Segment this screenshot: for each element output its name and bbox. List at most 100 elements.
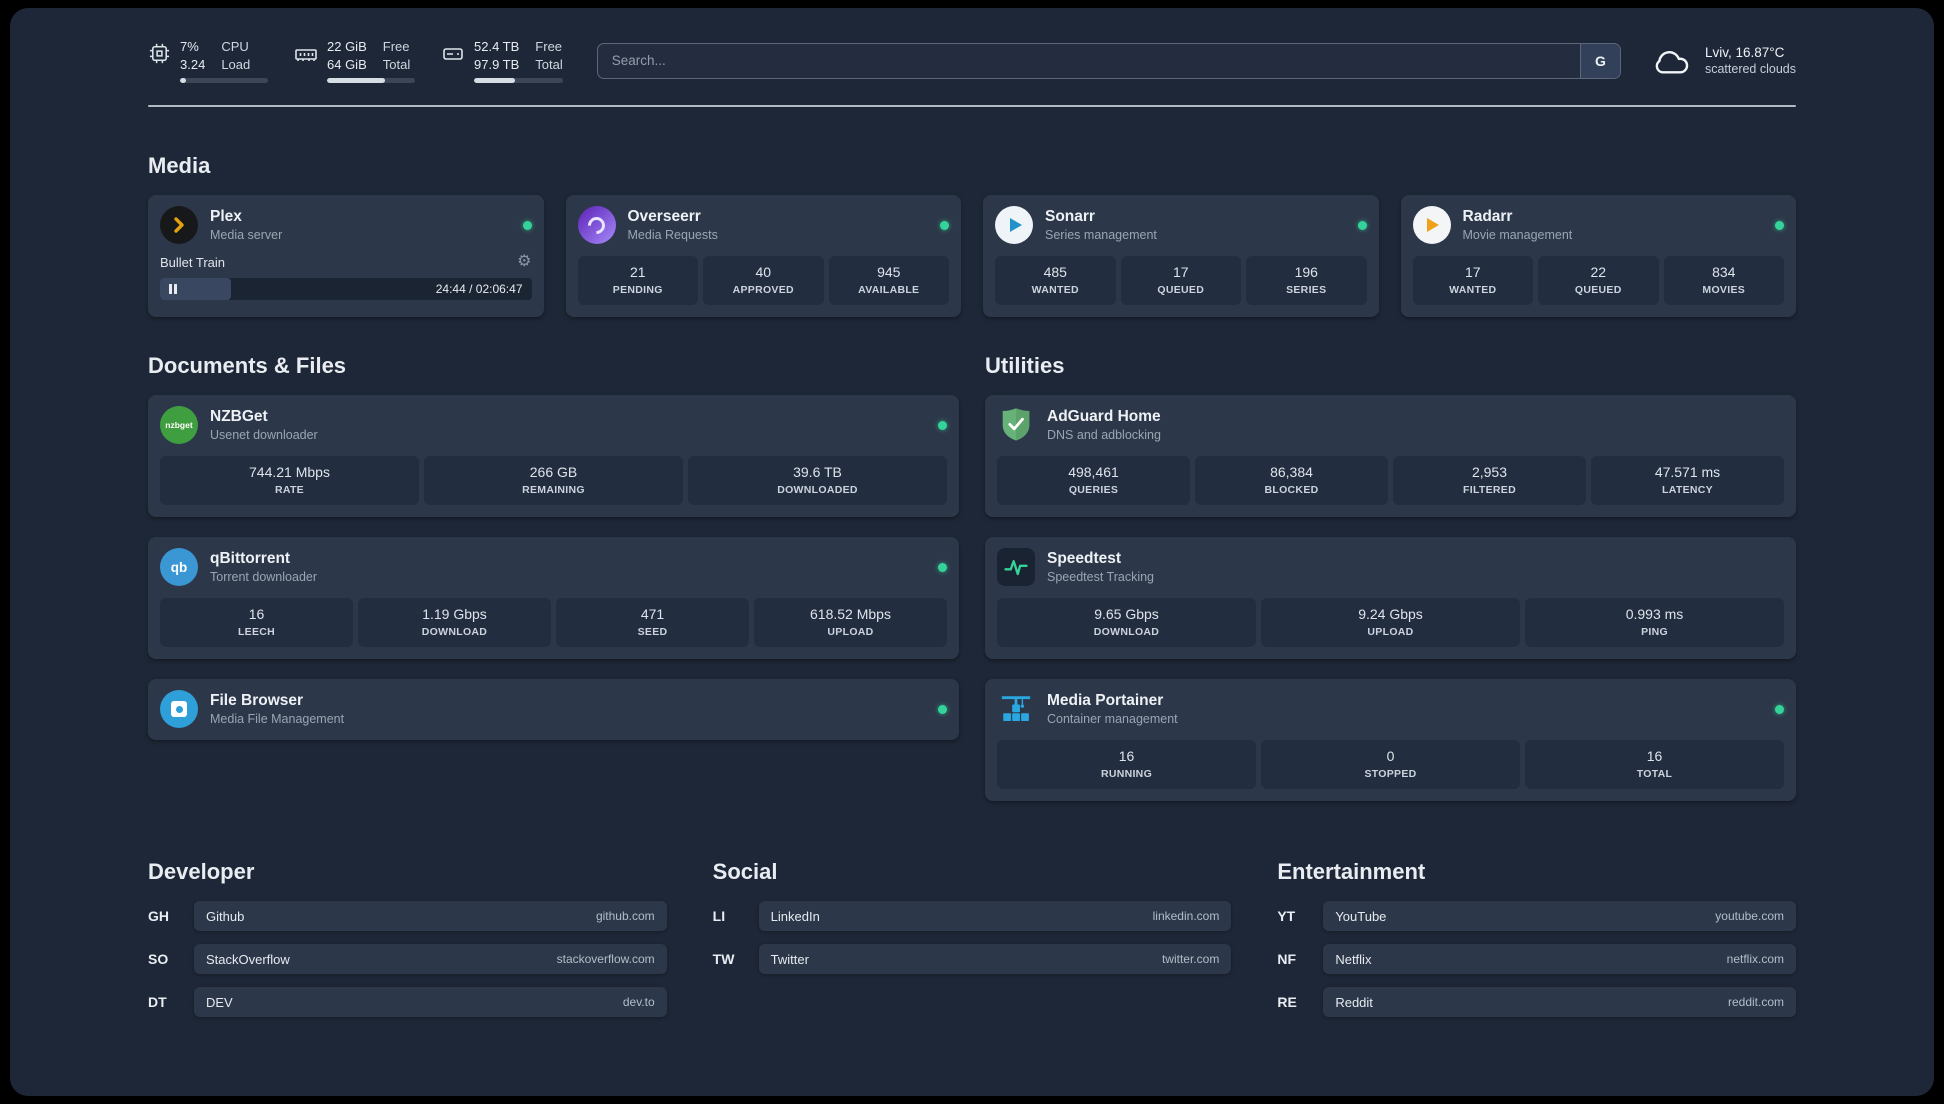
ram-widget: 22 GiB 64 GiB Free Total (294, 38, 415, 84)
bookmark-abbr: SO (148, 951, 169, 968)
cpu-progress-fill (180, 78, 187, 84)
ram-progress-bar (327, 78, 415, 84)
bookmark-link-youtube[interactable]: YouTube youtube.com (1323, 901, 1796, 932)
portainer-icon (997, 690, 1035, 728)
service-name: NZBGet (210, 408, 268, 426)
stat-tile: 196 SERIES (1246, 256, 1367, 306)
service-name: Sonarr (1045, 208, 1095, 226)
service-name: Media Portainer (1047, 692, 1164, 710)
section-title-utilities: Utilities (985, 353, 1065, 379)
bookmark-group-social: Social LI LinkedIn linkedin.com TW Twitt… (713, 859, 1232, 1030)
ram-free-label: Free (382, 39, 410, 54)
search-engine-button[interactable]: G (1579, 43, 1620, 78)
stat-tile: 9.65 Gbps DOWNLOAD (997, 598, 1256, 648)
stat-tile: 86,384 BLOCKED (1195, 456, 1388, 506)
bookmark-abbr: GH (148, 908, 169, 925)
bookmark-row: NF Netflix netflix.com (1277, 944, 1796, 975)
cpu-widget: 7% 3.24 CPU Load (148, 38, 268, 84)
bookmark-link-stackoverflow[interactable]: StackOverflow stackoverflow.com (194, 944, 667, 975)
disk-free-value: 52.4 TB (474, 39, 520, 54)
search-bar: G (596, 42, 1621, 79)
bookmark-group-entertainment: Entertainment YT YouTube youtube.com NF … (1277, 859, 1796, 1030)
status-dot-online (938, 704, 947, 714)
service-card-radarr[interactable]: Radarr Movie management 17 WANTED 22 QUE… (1400, 195, 1796, 318)
status-dot-online (1775, 704, 1784, 714)
service-card-adguard[interactable]: AdGuard Home DNS and adblocking 498,461 … (985, 395, 1796, 518)
bookmark-row: GH Github github.com (148, 901, 667, 932)
now-playing-title: Bullet Train (160, 254, 226, 270)
topbar: 7% 3.24 CPU Load 22 GiB 64 GiB Free Tota… (148, 38, 1796, 84)
service-name: Overseerr (627, 208, 701, 226)
service-name: File Browser (210, 692, 304, 710)
status-dot-online (522, 220, 532, 230)
service-card-qbittorrent[interactable]: qb qBittorrent Torrent downloader 16 LEE… (148, 537, 959, 660)
weather-location: Lviv, 16.87°C (1704, 45, 1785, 61)
service-desc: Usenet downloader (210, 428, 318, 443)
service-card-speedtest[interactable]: Speedtest Speedtest Tracking 9.65 Gbps D… (985, 537, 1796, 660)
service-card-overseerr[interactable]: Overseerr Media Requests 21 PENDING 40 A… (565, 195, 961, 318)
overseerr-icon (577, 206, 616, 245)
service-desc: Series management (1045, 228, 1157, 243)
service-card-plex[interactable]: Plex Media server Bullet Train ⚙ 24:44 /… (148, 195, 544, 318)
search-input[interactable] (597, 43, 1580, 78)
stat-tile: 485 WANTED (995, 256, 1116, 306)
stat-tile: 39.6 TB DOWNLOADED (688, 456, 947, 506)
service-desc: Media File Management (210, 712, 345, 727)
service-desc: Torrent downloader (210, 570, 318, 585)
service-desc: Speedtest Tracking (1047, 570, 1155, 585)
stat-tile: 0.993 ms PING (1525, 598, 1784, 648)
status-dot-online (940, 220, 949, 230)
bookmark-row: SO StackOverflow stackoverflow.com (148, 944, 667, 975)
service-card-nzbget[interactable]: nzbget NZBGet Usenet downloader 744.21 M… (148, 395, 959, 518)
gear-icon[interactable]: ⚙ (517, 254, 531, 270)
service-card-sonarr[interactable]: Sonarr Series management 485 WANTED 17 Q… (983, 195, 1379, 318)
bookmark-link-dev[interactable]: DEV dev.to (194, 987, 667, 1018)
bookmark-link-github[interactable]: Github github.com (194, 901, 667, 932)
service-card-filebrowser[interactable]: File Browser Media File Management (148, 679, 959, 741)
bookmark-abbr: TW (712, 951, 735, 968)
sonarr-icon (995, 206, 1033, 245)
ram-progress-fill (327, 78, 386, 84)
service-desc: DNS and adblocking (1047, 428, 1161, 443)
stat-tile: 471 SEED (556, 598, 749, 648)
stat-tile: 2,953 FILTERED (1393, 456, 1586, 506)
playback-progress-bar[interactable]: 24:44 / 02:06:47 (160, 278, 532, 301)
service-card-portainer[interactable]: Media Portainer Container management 16 … (985, 679, 1796, 802)
weather-condition: scattered clouds (1704, 62, 1796, 77)
service-name: Plex (210, 208, 242, 226)
bookmark-abbr: LI (712, 908, 726, 925)
status-dot-online (1775, 220, 1784, 230)
disk-total-value: 97.9 TB (474, 56, 520, 72)
stat-tile: 16 RUNNING (997, 740, 1256, 790)
bookmark-row: TW Twitter twitter.com (712, 944, 1232, 975)
stat-tile: 498,461 QUERIES (997, 456, 1190, 506)
service-name: Radarr (1462, 208, 1513, 226)
stat-tile: 17 WANTED (1412, 256, 1533, 306)
disk-progress-bar (474, 78, 563, 84)
section-title-entertainment: Entertainment (1277, 859, 1426, 885)
qbittorrent-icon: qb (160, 548, 198, 587)
cpu-percent: 7% (180, 39, 199, 54)
ram-total-value: 64 GiB (327, 56, 367, 72)
bookmark-group-developer: Developer GH Github github.com SO StackO… (148, 859, 667, 1030)
stat-tile: 744.21 Mbps RATE (160, 456, 419, 506)
service-desc: Media server (210, 228, 283, 243)
stat-tile: 945 AVAILABLE (828, 256, 949, 306)
disk-progress-fill (474, 78, 515, 84)
stat-tile: 47.571 ms LATENCY (1591, 456, 1784, 506)
stat-tile: 16 LEECH (160, 598, 353, 648)
bookmark-link-reddit[interactable]: Reddit reddit.com (1323, 987, 1796, 1018)
nzbget-icon: nzbget (160, 406, 198, 445)
pause-icon[interactable] (169, 284, 177, 295)
bookmark-link-linkedin[interactable]: LinkedIn linkedin.com (758, 901, 1232, 932)
bookmark-link-twitter[interactable]: Twitter twitter.com (758, 944, 1232, 975)
bookmark-link-netflix[interactable]: Netflix netflix.com (1323, 944, 1796, 975)
ram-total-label: Total (382, 56, 411, 72)
cpu-progress-bar (180, 78, 268, 84)
cpu-load-value: 3.24 (180, 56, 206, 72)
filebrowser-icon (160, 690, 198, 729)
stat-tile: 266 GB REMAINING (424, 456, 683, 506)
status-dot-online (938, 562, 947, 572)
radarr-icon (1412, 206, 1451, 245)
cpu-label: CPU (221, 39, 249, 54)
